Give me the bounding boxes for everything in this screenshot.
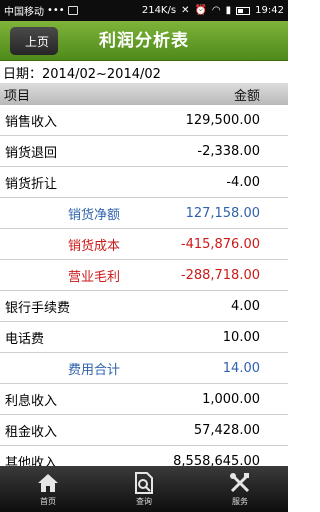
table-row[interactable]: 电话费 10.00 xyxy=(0,322,288,353)
row-value: -4.00 xyxy=(226,174,260,190)
notification-dots: ••• xyxy=(47,5,65,16)
network-speed: 214K/s xyxy=(141,5,177,16)
alarm-icon: ⏰ xyxy=(194,5,207,16)
row-label: 营业毛利 xyxy=(67,269,120,285)
row-label: 销货退回 xyxy=(5,145,58,161)
wifi-icon: ◠ xyxy=(211,5,221,16)
table-row[interactable]: 销售收入 129,500.00 xyxy=(0,105,288,136)
date-range: 日期：2014/02~2014/02 xyxy=(3,67,161,82)
nav-search[interactable]: 查询 xyxy=(96,466,192,512)
table-row[interactable]: 销货退回 -2,338.00 xyxy=(0,136,288,167)
row-label: 销货成本 xyxy=(67,238,120,254)
table-row[interactable]: 银行手续费 4.00 xyxy=(0,291,288,322)
table-row[interactable]: 利息收入 1,000.00 xyxy=(0,384,288,415)
nav-search-label: 查询 xyxy=(136,496,152,506)
image-notification-icon xyxy=(67,6,78,15)
row-label: 电话费 xyxy=(5,331,45,347)
subtotal-row[interactable]: 费用合计 14.00 xyxy=(0,353,288,384)
row-label: 销售收入 xyxy=(5,114,58,130)
column-header-item: 项目 xyxy=(4,88,31,104)
carrier-name: 中国移动 xyxy=(4,7,44,18)
row-label: 银行手续费 xyxy=(5,300,71,316)
table-header: 项目 金额 xyxy=(0,83,288,105)
row-label: 租金收入 xyxy=(5,424,58,440)
status-bar: 中国移动 ••• 214K/s ✕ ⏰ ◠ ▮ 19:42 xyxy=(0,0,288,21)
row-value: -415,876.00 xyxy=(180,236,260,252)
search-document-icon xyxy=(133,471,155,494)
battery-icon xyxy=(236,6,251,15)
nav-service-label: 服务 xyxy=(232,496,248,506)
subtotal-row[interactable]: 销货净额 127,158.00 xyxy=(0,198,288,229)
subtotal-row[interactable]: 营业毛利 -288,718.00 xyxy=(0,260,288,291)
table-row[interactable]: 销货折让 -4.00 xyxy=(0,167,288,198)
row-value: 129,500.00 xyxy=(185,112,260,128)
clock: 19:42 xyxy=(255,5,284,16)
tools-icon xyxy=(229,472,251,494)
row-label: 利息收入 xyxy=(5,393,58,409)
row-label: 费用合计 xyxy=(67,362,120,378)
mute-icon: ✕ xyxy=(181,5,190,16)
nav-home-label: 首页 xyxy=(40,496,56,506)
subtotal-row[interactable]: 销货成本 -415,876.00 xyxy=(0,229,288,260)
header-bar: 利润分析表 上页 xyxy=(0,21,288,61)
home-icon xyxy=(37,472,59,494)
row-value: 127,158.00 xyxy=(185,205,260,221)
row-value: -288,718.00 xyxy=(180,267,260,283)
table-row[interactable]: 租金收入 57,428.00 xyxy=(0,415,288,446)
row-value: 4.00 xyxy=(231,298,260,314)
row-value: -2,338.00 xyxy=(197,143,260,159)
profit-table: 销售收入 129,500.00 销货退回 -2,338.00 销货折让 -4.0… xyxy=(0,105,288,477)
signal-icon: ▮ xyxy=(225,5,232,16)
back-button[interactable]: 上页 xyxy=(10,27,58,55)
nav-service[interactable]: 服务 xyxy=(192,466,288,512)
nav-home[interactable]: 首页 xyxy=(0,466,96,512)
row-value: 1,000.00 xyxy=(202,391,260,407)
row-value: 14.00 xyxy=(222,360,260,376)
row-label: 销货折让 xyxy=(5,176,58,192)
column-header-amount: 金额 xyxy=(233,88,260,104)
row-value: 10.00 xyxy=(222,329,260,345)
row-value: 57,428.00 xyxy=(193,422,260,438)
bottom-nav: 首页 查询 服务 xyxy=(0,466,288,512)
row-label: 销货净额 xyxy=(67,207,120,223)
